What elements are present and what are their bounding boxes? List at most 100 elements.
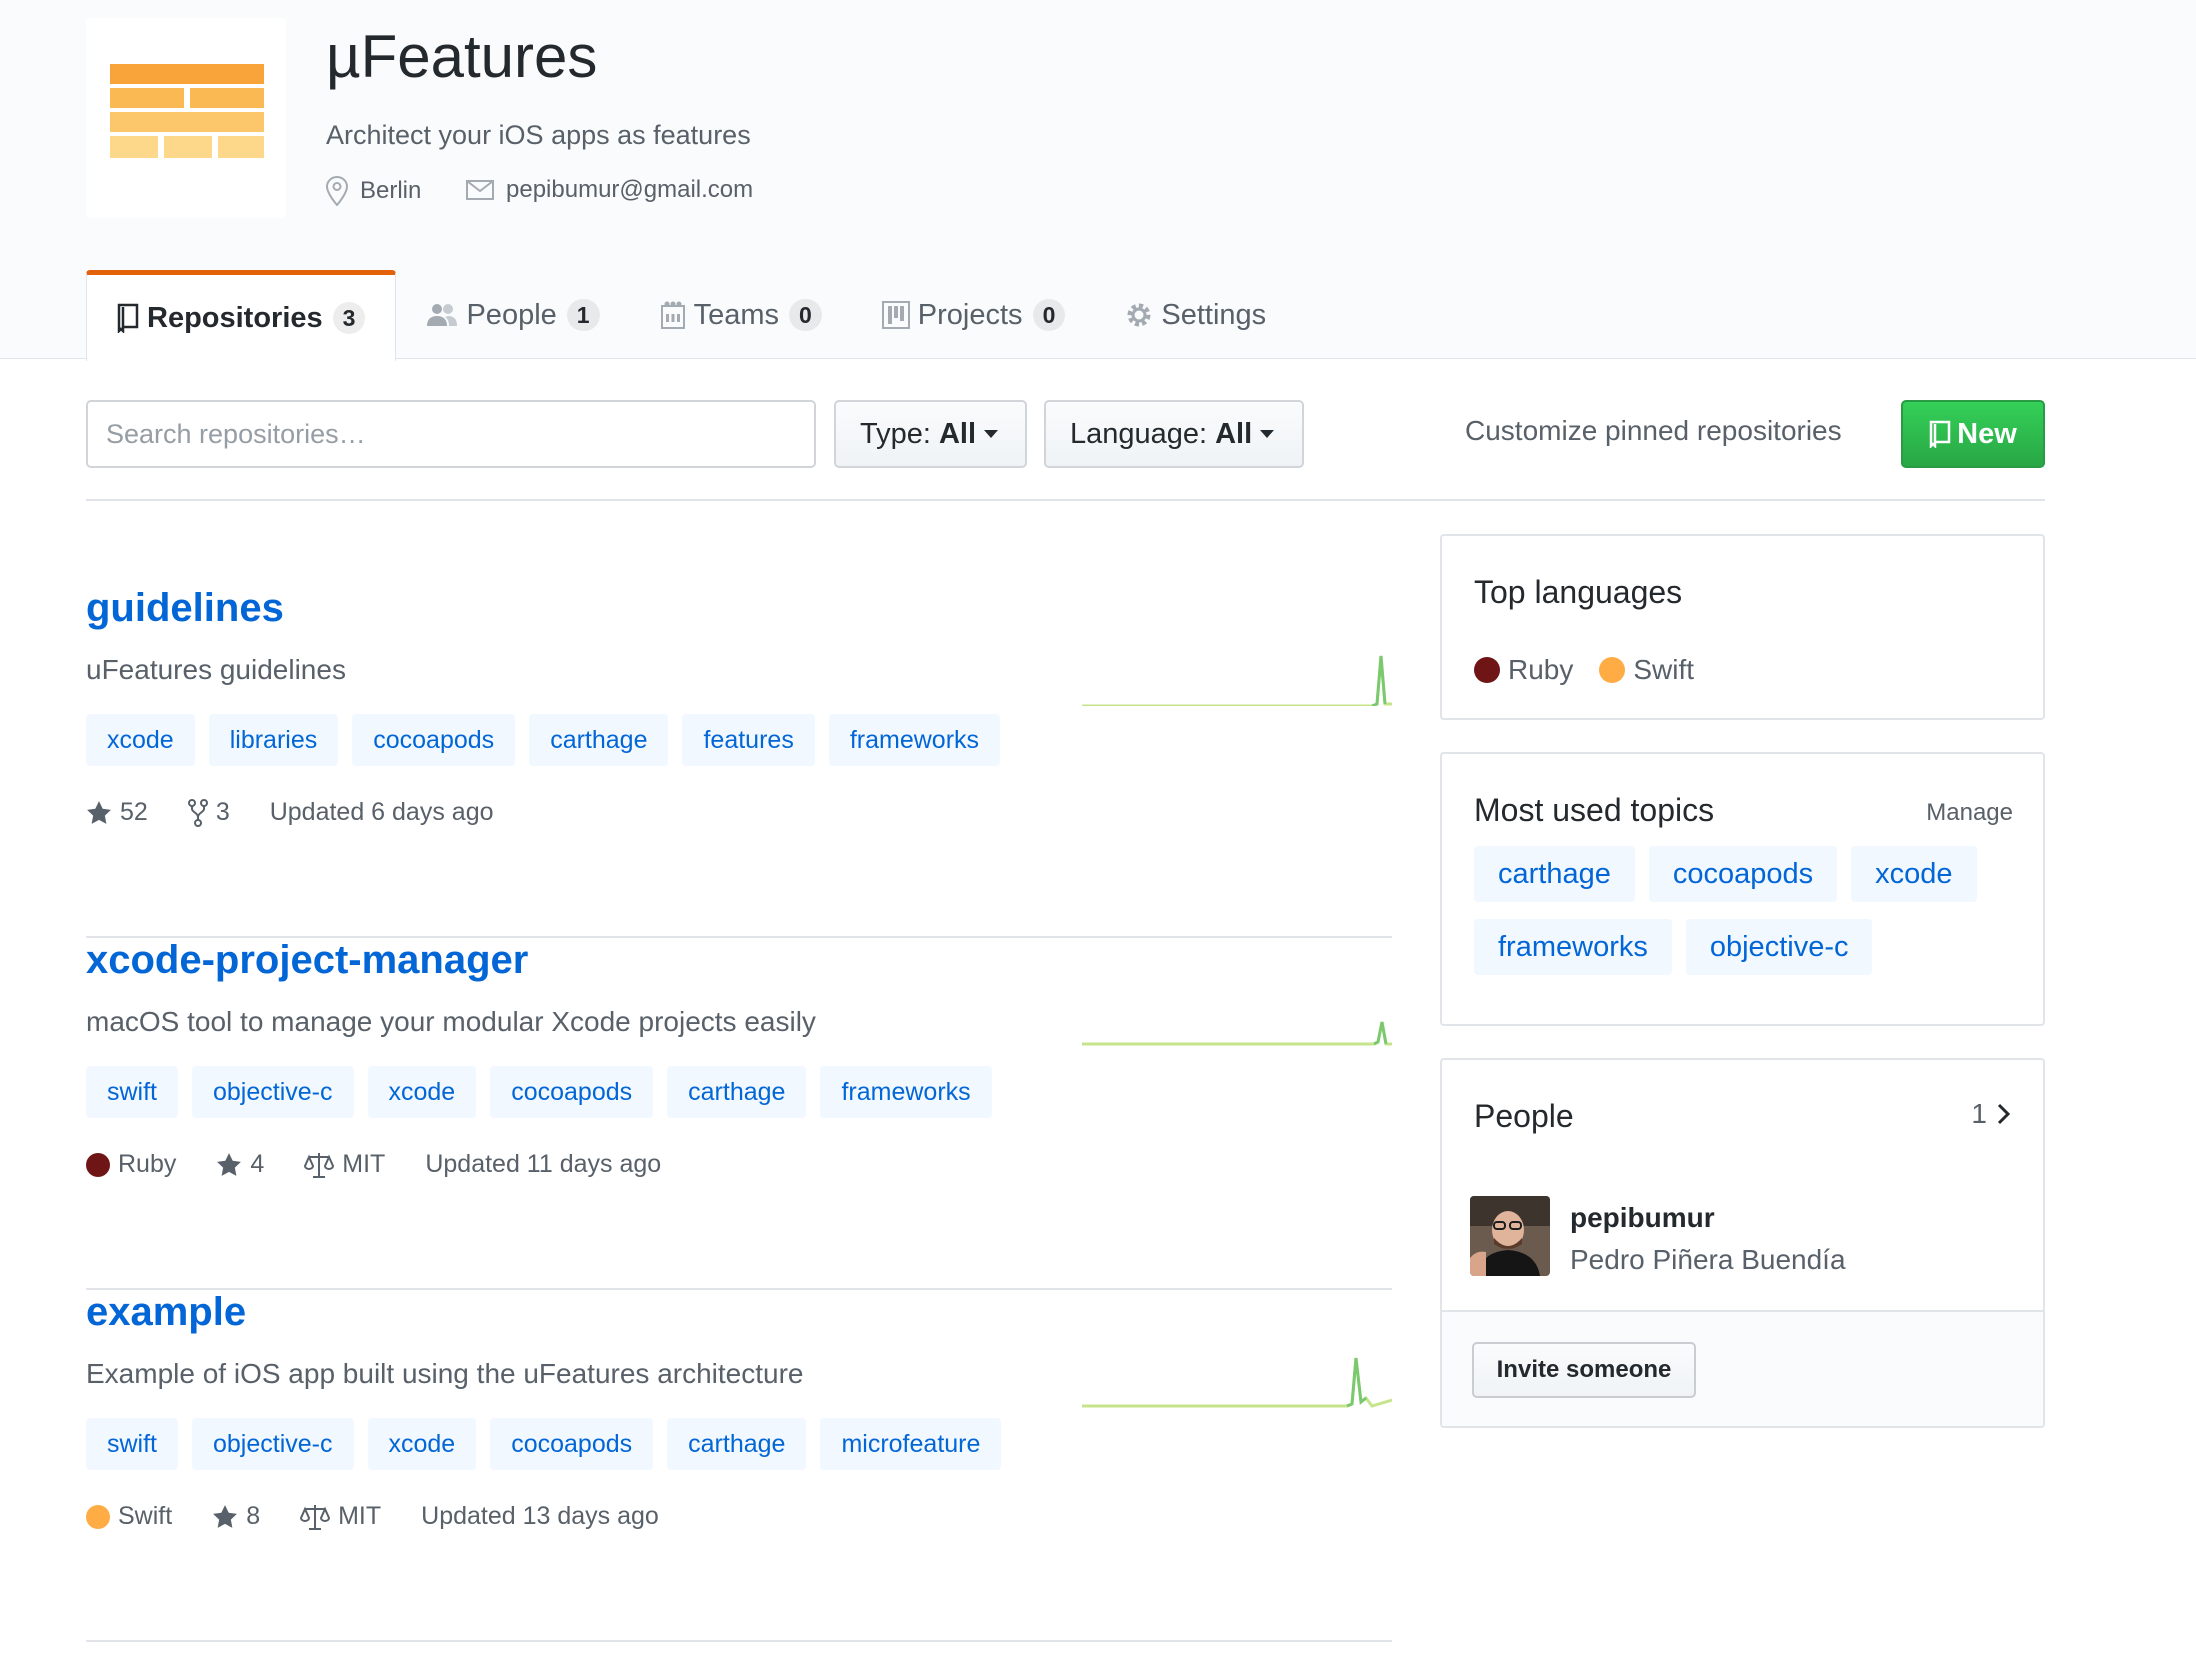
repo-name-link[interactable]: example [86, 1290, 246, 1335]
org-avatar[interactable] [86, 18, 286, 218]
repo-license-name: MIT [342, 1150, 386, 1178]
repo-name-link[interactable]: guidelines [86, 586, 284, 631]
star-icon [217, 1152, 242, 1176]
topic-tag[interactable]: cocoapods [490, 1418, 654, 1470]
star-icon [87, 800, 111, 824]
people-icon [427, 304, 458, 326]
tab-people-count: 1 [566, 299, 600, 331]
repo-stars-count: 52 [120, 798, 148, 826]
tab-people[interactable]: People 1 [396, 270, 629, 360]
tab-projects[interactable]: Projects 0 [852, 270, 1096, 360]
topic-tag[interactable]: xcode [86, 714, 195, 766]
language-ruby[interactable]: Ruby [1508, 654, 1573, 686]
avatar[interactable] [1470, 1196, 1550, 1276]
fork-icon [187, 798, 208, 827]
topic-tag[interactable]: swift [86, 1066, 178, 1118]
topic-tag[interactable]: carthage [667, 1066, 807, 1118]
repo-language: Ruby [86, 1150, 176, 1179]
ruby-language-dot [86, 1152, 110, 1177]
tab-projects-label: Projects [917, 298, 1023, 331]
activity-sparkline [1082, 655, 1392, 706]
topic-tag[interactable]: frameworks [828, 714, 1001, 766]
tab-repositories-label: Repositories [147, 301, 323, 334]
repo-license-name: MIT [338, 1502, 382, 1530]
people-title: People [1474, 1098, 1574, 1134]
repo-stars[interactable]: 4 [216, 1150, 264, 1179]
tab-repositories[interactable]: Repositories 3 [86, 270, 397, 361]
tab-settings[interactable]: Settings [1095, 270, 1296, 360]
repo-stars-count: 4 [250, 1150, 265, 1178]
org-description: Architect your iOS apps as features [326, 120, 751, 150]
language-swift[interactable]: Swift [1633, 654, 1694, 686]
topic-tag[interactable]: xcode [367, 1418, 477, 1470]
repo-license: MIT [300, 1502, 381, 1531]
new-repository-button[interactable]: New [1901, 400, 2045, 468]
top-languages-title: Top languages [1474, 574, 1683, 610]
repo-description: uFeatures guidelines [86, 654, 346, 685]
org-email[interactable]: pepibumur@gmail.com [466, 176, 753, 204]
sidebar-topics-list: carthage cocoapods xcode frameworks obje… [1474, 846, 2024, 992]
people-count-link[interactable]: 1 [1971, 1098, 2013, 1130]
most-used-topics-box: Most used topics Manage carthage cocoapo… [1440, 752, 2045, 1026]
type-filter-value: All [938, 417, 976, 450]
org-email-text[interactable]: pepibumur@gmail.com [506, 176, 753, 204]
org-location-text: Berlin [360, 177, 422, 204]
topic-tag[interactable]: frameworks [1474, 919, 1672, 975]
ruby-language-dot [1474, 657, 1500, 683]
topic-tag[interactable]: objective-c [192, 1418, 354, 1470]
law-icon [304, 1152, 335, 1178]
tab-settings-label: Settings [1161, 298, 1267, 331]
brick-wall-logo-icon [110, 64, 264, 158]
topic-tag[interactable]: xcode [367, 1066, 477, 1118]
tab-teams[interactable]: Teams 0 [630, 270, 852, 360]
activity-sparkline [1082, 1357, 1392, 1408]
topic-tag[interactable]: frameworks [820, 1066, 992, 1118]
repo-forks[interactable]: 3 [187, 798, 230, 827]
repo-license: MIT [304, 1150, 385, 1179]
repo-stars[interactable]: 8 [212, 1502, 260, 1531]
invite-someone-button[interactable]: Invite someone [1472, 1342, 1696, 1398]
tab-projects-count: 0 [1032, 299, 1066, 331]
repo-language-name: Swift [118, 1502, 173, 1530]
language-filter-label: Language: [1070, 417, 1208, 450]
tab-people-label: People [466, 298, 557, 331]
gear-icon [1127, 303, 1151, 327]
repo-stars[interactable]: 52 [86, 798, 148, 827]
person-photo-icon [1470, 1196, 1550, 1276]
language-filter-value: All [1215, 417, 1253, 450]
caret-down-icon [984, 430, 998, 438]
manage-topics-link[interactable]: Manage [1926, 799, 2013, 827]
topic-tag[interactable]: cocoapods [352, 714, 516, 766]
law-icon [300, 1504, 331, 1530]
topic-tag[interactable]: carthage [1474, 846, 1635, 902]
repo-language: Swift [86, 1502, 172, 1531]
repo-meta: Ruby 4 MIT Updated 11 days ago [86, 1150, 701, 1179]
topic-tag[interactable]: xcode [1851, 846, 1977, 902]
topic-tag[interactable]: cocoapods [1648, 846, 1838, 902]
topic-tag[interactable]: carthage [529, 714, 669, 766]
repo-language-name: Ruby [118, 1150, 177, 1178]
tab-teams-label: Teams [693, 298, 779, 331]
repo-updated: Updated 11 days ago [425, 1150, 662, 1178]
org-name: µFeatures [326, 23, 598, 90]
topic-tag[interactable]: objective-c [192, 1066, 354, 1118]
member-login-link[interactable]: pepibumur [1570, 1202, 1715, 1234]
topic-tag[interactable]: features [682, 714, 815, 766]
topic-tag[interactable]: microfeature [820, 1418, 1002, 1470]
topic-tag[interactable]: carthage [667, 1418, 807, 1470]
swift-language-dot [1599, 657, 1626, 683]
topic-tag[interactable]: cocoapods [490, 1066, 654, 1118]
language-filter-dropdown[interactable]: Language: All [1044, 400, 1304, 468]
people-box-footer: Invite someone [1442, 1310, 2043, 1426]
repo-icon [1929, 420, 1951, 448]
topic-tag[interactable]: swift [86, 1418, 178, 1470]
new-button-label: New [1957, 417, 2017, 450]
repo-name-link[interactable]: xcode-project-manager [86, 938, 528, 983]
topic-tag[interactable]: objective-c [1685, 919, 1873, 975]
search-repositories-input[interactable] [86, 400, 816, 468]
type-filter-dropdown[interactable]: Type: All [834, 400, 1027, 468]
repo-item: example Example of iOS app built using t… [86, 1290, 1392, 1642]
repo-description: macOS tool to manage your modular Xcode … [86, 1006, 816, 1037]
customize-pinned-link[interactable]: Customize pinned repositories [1465, 415, 1842, 447]
topic-tag[interactable]: libraries [208, 714, 339, 766]
